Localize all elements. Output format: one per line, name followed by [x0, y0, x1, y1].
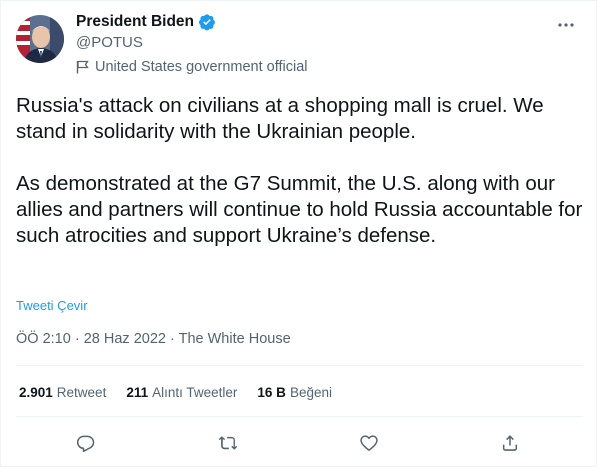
quote-count-value: 211 — [126, 385, 149, 400]
affiliation-label: United States government official — [76, 59, 308, 75]
retweet-icon[interactable] — [214, 429, 242, 457]
meta-separator: · — [74, 331, 80, 347]
retweet-count-label: Retweet — [56, 385, 107, 400]
tweet-text: Russia's attack on civilians at a shoppi… — [16, 94, 583, 247]
retweet-count-value: 2.901 — [19, 385, 53, 400]
author-name[interactable]: President Biden — [76, 13, 194, 31]
divider — [16, 416, 583, 417]
quote-count[interactable]: 211 Alıntı Tweetler — [126, 385, 237, 400]
like-count[interactable]: 16 B Beğeni — [257, 385, 332, 400]
more-horizontal-icon[interactable] — [554, 13, 578, 37]
retweet-count[interactable]: 2.901 Retweet — [19, 385, 106, 400]
avatar[interactable] — [16, 15, 64, 63]
heart-icon[interactable] — [355, 429, 383, 457]
reply-bubble-icon[interactable] — [72, 429, 100, 457]
flag-icon — [76, 60, 89, 74]
tweet-actions — [16, 429, 583, 457]
like-count-value: 16 B — [257, 385, 286, 400]
tweet-stats: 2.901 Retweet 211 Alıntı Tweetler 16 B B… — [19, 385, 332, 400]
tweet-source[interactable]: The White House — [179, 331, 291, 347]
tweet-meta: ÖÖ 2:10 · 28 Haz 2022 · The White House — [16, 331, 291, 347]
verified-badge-icon — [198, 13, 216, 31]
tweet-card: President Biden @POTUS United States gov… — [0, 0, 597, 467]
affiliation-label-text: United States government official — [95, 59, 308, 75]
share-upload-icon[interactable] — [496, 429, 524, 457]
quote-count-label: Alıntı Tweetler — [152, 385, 238, 400]
author-name-row: President Biden — [76, 13, 216, 31]
meta-separator: · — [169, 331, 175, 347]
like-count-label: Beğeni — [289, 385, 332, 400]
divider — [16, 365, 583, 366]
tweet-time[interactable]: ÖÖ 2:10 — [16, 331, 71, 347]
translate-tweet-link[interactable]: Tweeti Çevir — [16, 298, 88, 313]
author-handle[interactable]: @POTUS — [76, 34, 143, 51]
avatar-image — [16, 15, 64, 63]
tweet-date[interactable]: 28 Haz 2022 — [84, 331, 166, 347]
